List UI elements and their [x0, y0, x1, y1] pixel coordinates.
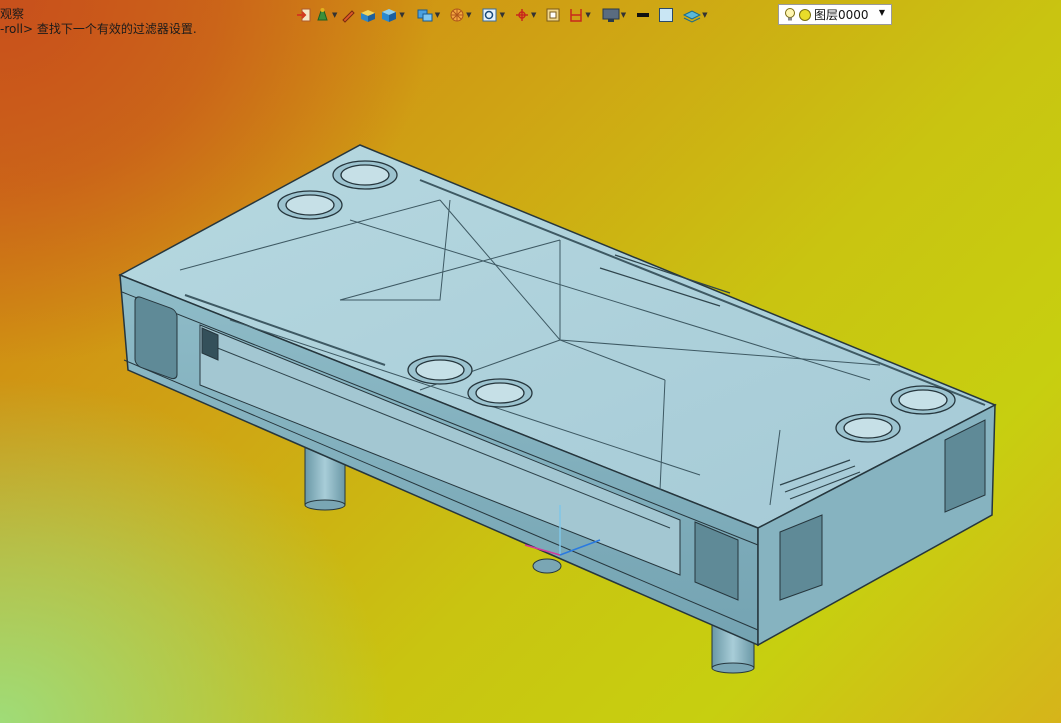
3d-viewport[interactable]: 观察 -roll> 查找下一个有效的过滤器设置. ▼ ▼ ▼ ▼ ▼ ▼ ▼ ▼… — [0, 0, 1061, 723]
3d-model — [118, 144, 997, 674]
